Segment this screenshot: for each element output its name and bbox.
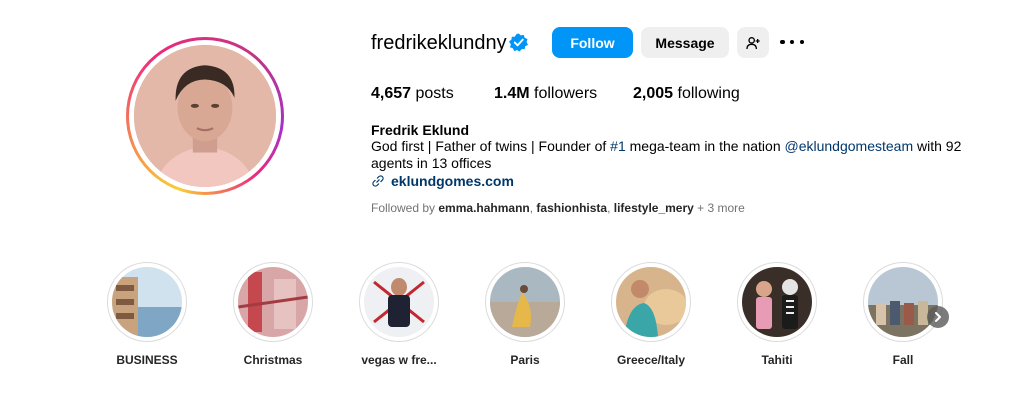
follow-button[interactable]: Follow bbox=[552, 27, 633, 58]
avatar[interactable] bbox=[134, 45, 276, 187]
highlight-item[interactable]: Fall bbox=[863, 262, 943, 367]
more-options-button[interactable] bbox=[780, 34, 804, 50]
highlight-item[interactable]: Paris bbox=[485, 262, 565, 367]
highlight-label: vegas w fre... bbox=[361, 353, 437, 367]
bio-mention-link[interactable]: @eklundgomesteam bbox=[785, 138, 914, 154]
highlight-label: Paris bbox=[510, 353, 540, 367]
website-link[interactable]: eklundgomes.com bbox=[371, 172, 514, 190]
bio: God first | Father of twins | Founder of… bbox=[371, 138, 971, 172]
highlight-thumbnail bbox=[112, 267, 182, 337]
link-icon bbox=[372, 175, 384, 187]
followers-count: 1.4M bbox=[494, 85, 530, 102]
highlight-thumbnail bbox=[616, 267, 686, 337]
highlight-thumbnail bbox=[742, 267, 812, 337]
highlight-cover[interactable] bbox=[233, 262, 313, 342]
highlight-thumbnail bbox=[364, 267, 434, 337]
story-ring[interactable] bbox=[126, 37, 284, 195]
follower-name[interactable]: lifestyle_mery bbox=[614, 201, 694, 215]
highlight-item[interactable]: Greece/Italy bbox=[611, 262, 691, 367]
message-button[interactable]: Message bbox=[641, 27, 729, 58]
suggested-accounts-button[interactable] bbox=[737, 27, 769, 58]
highlight-item[interactable]: vegas w fre... bbox=[359, 262, 439, 367]
highlight-label: BUSINESS bbox=[116, 353, 178, 367]
followed-by[interactable]: Followed by emma.hahmann, fashionhista, … bbox=[371, 201, 745, 216]
highlight-label: Christmas bbox=[243, 353, 303, 367]
highlight-item[interactable]: Christmas bbox=[233, 262, 313, 367]
followed-by-prefix: Followed by bbox=[371, 201, 439, 215]
highlight-label: Greece/Italy bbox=[616, 353, 686, 367]
posts-label: posts bbox=[411, 85, 454, 102]
more-horizontal-icon bbox=[780, 39, 785, 45]
follower-name[interactable]: emma.hahmann bbox=[438, 201, 529, 215]
more-horizontal-icon bbox=[789, 39, 795, 45]
highlight-item[interactable]: Tahiti bbox=[737, 262, 817, 367]
highlight-cover[interactable] bbox=[107, 262, 187, 342]
chevron-right-icon bbox=[935, 312, 941, 322]
followers-stat[interactable]: 1.4M followers bbox=[494, 84, 597, 104]
bio-text-middle: mega-team in the nation bbox=[625, 138, 785, 154]
followers-label: followers bbox=[529, 85, 598, 102]
highlight-label: Tahiti bbox=[761, 353, 793, 367]
highlight-item[interactable]: BUSINESS bbox=[107, 262, 187, 367]
highlight-cover[interactable] bbox=[863, 262, 943, 342]
bio-text-start: God first | Father of twins | Founder of bbox=[371, 138, 611, 154]
highlight-cover[interactable] bbox=[737, 262, 817, 342]
highlight-label: Fall bbox=[892, 353, 914, 367]
separator: , bbox=[607, 201, 614, 215]
follower-name[interactable]: fashionhista bbox=[536, 201, 607, 215]
highlight-thumbnail bbox=[868, 267, 938, 337]
verified-badge-icon bbox=[509, 33, 528, 52]
highlight-cover[interactable] bbox=[611, 262, 691, 342]
followed-by-more: + 3 more bbox=[693, 201, 745, 215]
posts-stat: 4,657 posts bbox=[371, 84, 454, 104]
avatar-portrait bbox=[134, 45, 276, 187]
highlight-thumbnail bbox=[238, 267, 308, 337]
username: fredrikeklundny bbox=[371, 32, 507, 54]
highlight-cover[interactable] bbox=[359, 262, 439, 342]
person-plus-icon bbox=[746, 36, 760, 49]
following-label: following bbox=[673, 85, 740, 102]
avatar-border bbox=[129, 40, 281, 192]
following-count: 2,005 bbox=[633, 85, 674, 102]
posts-count: 4,657 bbox=[371, 85, 412, 102]
more-horizontal-icon bbox=[799, 39, 804, 45]
highlight-thumbnail bbox=[490, 267, 560, 337]
full-name: Fredrik Eklund bbox=[371, 122, 470, 138]
bio-hashtag-link[interactable]: #1 bbox=[610, 138, 626, 154]
following-stat[interactable]: 2,005 following bbox=[633, 84, 740, 104]
website-text: eklundgomes.com bbox=[391, 173, 514, 189]
highlights-next-button[interactable] bbox=[927, 306, 949, 328]
highlight-cover[interactable] bbox=[485, 262, 565, 342]
